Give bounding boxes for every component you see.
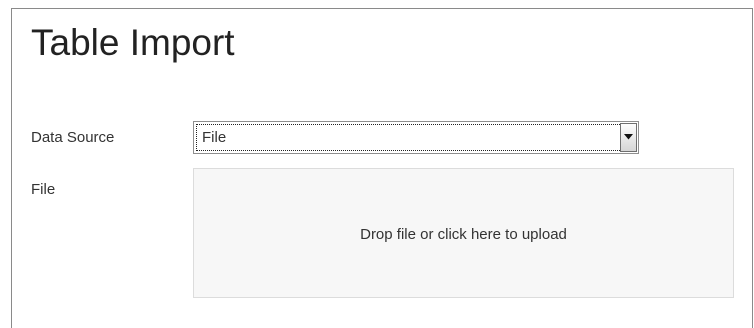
file-label: File <box>31 181 56 198</box>
data-source-select[interactable]: File <box>193 121 639 154</box>
dropzone-text: Drop file or click here to upload <box>360 226 567 243</box>
data-source-selected-value: File <box>202 129 227 146</box>
focus-ring <box>196 124 636 151</box>
data-source-label: Data Source <box>31 129 115 146</box>
file-upload-dropzone[interactable]: Drop file or click here to upload <box>193 168 734 298</box>
page-title: Table Import <box>31 22 235 63</box>
dropdown-arrow-icon[interactable] <box>620 123 637 152</box>
